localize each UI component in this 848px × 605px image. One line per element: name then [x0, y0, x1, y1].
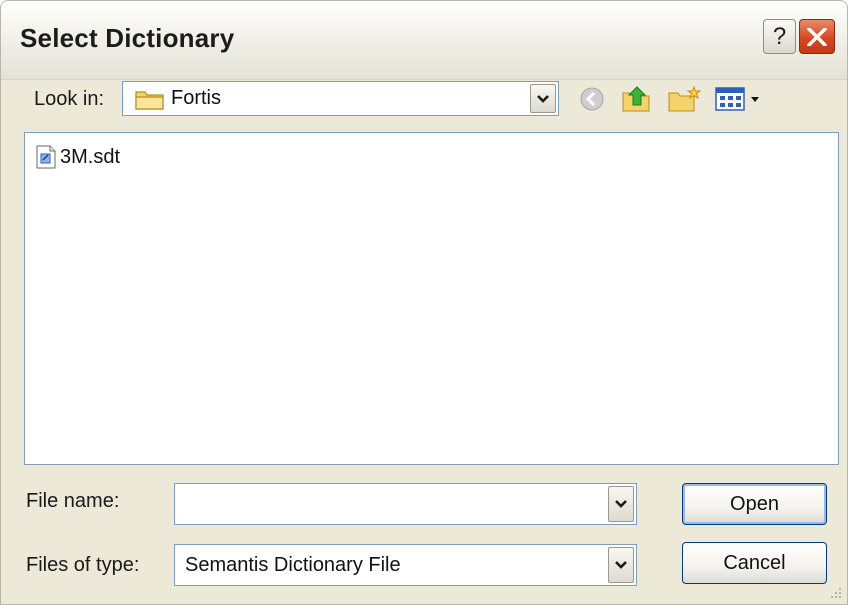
files-of-type-label: Files of type: [26, 554, 140, 576]
close-button[interactable] [799, 19, 835, 54]
title-bar: Select Dictionary ? [1, 1, 847, 80]
cancel-label: Cancel [723, 552, 786, 574]
file-list[interactable]: 3M.sdt [24, 132, 839, 465]
back-icon[interactable] [579, 86, 605, 112]
dialog-title: Select Dictionary [20, 23, 235, 53]
file-name-label: File name: [26, 490, 120, 512]
file-name-input[interactable] [181, 490, 595, 520]
file-name-dropdown-button[interactable] [608, 486, 634, 522]
help-button[interactable]: ? [763, 19, 796, 54]
resize-grip-icon[interactable] [829, 586, 843, 600]
file-name: 3M.sdt [60, 145, 121, 168]
look-in-combo[interactable]: Fortis [122, 81, 559, 116]
look-in-dropdown-button[interactable] [530, 84, 556, 113]
close-icon [807, 28, 827, 46]
folder-icon [135, 91, 164, 110]
select-dictionary-dialog: Select Dictionary ? Look in: Fortis 3M.s… [0, 0, 848, 605]
help-icon: ? [772, 23, 787, 50]
look-in-label: Look in: [34, 88, 105, 110]
files-of-type-dropdown-button[interactable] [608, 547, 634, 583]
view-menu-icon[interactable] [715, 87, 763, 111]
chevron-down-icon [537, 94, 549, 103]
list-item[interactable]: 3M.sdt [36, 144, 120, 170]
look-in-value: Fortis [171, 87, 221, 109]
up-folder-icon[interactable] [621, 83, 653, 113]
files-of-type-combo[interactable]: Semantis Dictionary File [174, 544, 637, 586]
cancel-button[interactable]: Cancel [682, 542, 827, 584]
open-label: Open [730, 493, 779, 515]
open-button[interactable]: Open [682, 483, 827, 525]
document-icon [36, 145, 56, 169]
chevron-down-icon [615, 500, 627, 508]
new-folder-icon[interactable] [667, 85, 701, 113]
file-name-combo[interactable] [174, 483, 637, 525]
chevron-down-icon [615, 561, 627, 569]
files-of-type-value: Semantis Dictionary File [185, 554, 401, 576]
